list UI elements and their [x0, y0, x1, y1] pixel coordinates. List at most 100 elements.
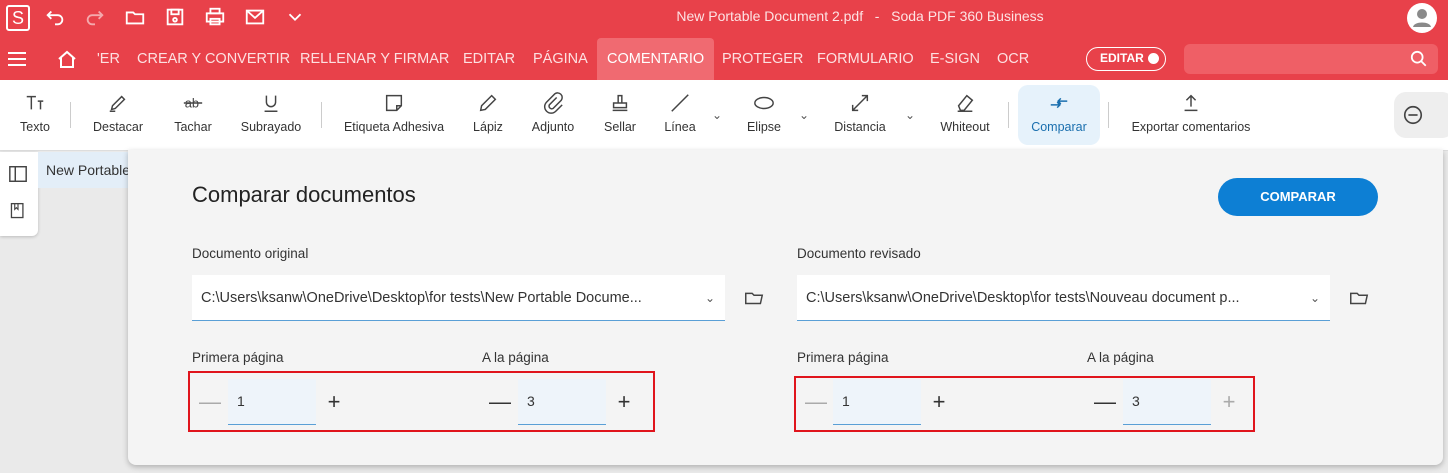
tab-comentario[interactable]: COMENTARIO [597, 38, 715, 80]
divider [1008, 102, 1009, 128]
original-to-page-input[interactable]: 3 [518, 379, 606, 425]
tool-attachment[interactable]: Adjunto [527, 80, 579, 150]
pencil-icon [479, 94, 497, 112]
dialog-title: Comparar documentos [192, 182, 416, 207]
revised-open-folder-icon[interactable] [1348, 287, 1370, 309]
app-logo[interactable]: S [6, 5, 30, 31]
tab-partial[interactable]: 'ER [97, 38, 120, 80]
original-to-page-label: A la página [482, 350, 549, 365]
ribbon-tabs-bar: 'ER CREAR Y CONVERTIR RELLENAR Y FIRMAR … [0, 38, 1448, 80]
tool-label: Elipse [746, 120, 782, 134]
tab-formulario[interactable]: FORMULARIO [817, 38, 914, 80]
revised-to-page-input[interactable]: 3 [1123, 379, 1211, 425]
original-first-page-label: Primera página [192, 350, 284, 365]
save-icon[interactable] [164, 6, 190, 32]
open-folder-icon[interactable] [124, 6, 150, 32]
compare-icon [1050, 97, 1068, 109]
original-first-page-increment[interactable]: + [322, 390, 346, 414]
tool-ellipse[interactable]: Elipse [742, 80, 786, 150]
tool-whiteout[interactable]: Whiteout [936, 80, 994, 150]
comment-toolbar: Texto Destacar ab Tachar Subrayado Etiqu… [0, 80, 1448, 151]
tool-sticky-note[interactable]: Etiqueta Adhesiva [340, 80, 448, 150]
tool-highlight[interactable]: Destacar [86, 80, 150, 150]
undo-icon[interactable] [44, 6, 70, 32]
stamp-icon [612, 94, 628, 112]
tool-label: Tachar [174, 120, 212, 134]
tool-pencil[interactable]: Lápiz [466, 80, 510, 150]
original-to-page-increment[interactable]: + [612, 390, 636, 414]
original-open-folder-icon[interactable] [743, 287, 765, 309]
app-name: Soda PDF 360 Business [891, 8, 1044, 24]
tool-label: Whiteout [940, 120, 990, 134]
revised-to-page-increment[interactable]: + [1217, 390, 1241, 414]
tool-label: Línea [664, 120, 696, 134]
original-first-page-decrement[interactable]: — [198, 390, 222, 414]
panel-toggle-icon[interactable] [8, 164, 30, 186]
divider [70, 102, 71, 128]
chevron-down-icon[interactable] [284, 6, 310, 32]
revised-to-page-decrement[interactable]: — [1093, 390, 1117, 414]
divider [321, 102, 322, 128]
tab-crear-y-convertir[interactable]: CREAR Y CONVERTIR [137, 38, 290, 80]
tool-export-comments[interactable]: Exportar comentarios [1126, 80, 1256, 150]
tab-proteger[interactable]: PROTEGER [722, 38, 803, 80]
mail-icon[interactable] [244, 6, 270, 32]
redo-icon[interactable] [84, 6, 110, 32]
bookmark-icon[interactable] [9, 202, 31, 224]
revised-first-page-input[interactable]: 1 [833, 379, 921, 425]
tab-editar[interactable]: EDITAR [463, 38, 515, 80]
line-icon [671, 94, 689, 112]
original-path-select[interactable]: C:\Users\ksanw\OneDrive\Desktop\for test… [192, 275, 725, 321]
tool-distance[interactable]: Distancia [828, 80, 892, 150]
revised-first-page-increment[interactable]: + [927, 390, 951, 414]
strikethrough-icon: ab [183, 96, 203, 111]
tool-underline[interactable]: Subrayado [236, 80, 306, 150]
compare-button[interactable]: COMPARAR [1218, 178, 1378, 216]
export-icon [1184, 94, 1198, 112]
tool-label: Comparar [1031, 120, 1087, 134]
user-icon [1413, 9, 1431, 27]
chevron-down-icon: ⌄ [1309, 291, 1320, 305]
tool-stamp[interactable]: Sellar [598, 80, 642, 150]
left-rail [0, 152, 38, 236]
avatar[interactable] [1407, 3, 1437, 33]
title-separator: - [874, 8, 880, 24]
compare-documents-dialog: Comparar documentos COMPARAR Documento o… [128, 150, 1443, 465]
ellipse-options-chevron-icon[interactable]: ⌄ [799, 108, 809, 122]
hamburger-menu-icon[interactable] [6, 48, 28, 70]
tab-e-sign[interactable]: E-SIGN [930, 38, 980, 80]
title-bar: S New Portable Document 2.pdf - Soda PDF… [0, 0, 1448, 38]
window-title: New Portable Document 2.pdf - Soda PDF 3… [600, 8, 1120, 24]
original-to-page-decrement[interactable]: — [488, 390, 512, 414]
original-first-page-input[interactable]: 1 [228, 379, 316, 425]
highlighter-icon [109, 95, 126, 112]
revised-path-select[interactable]: C:\Users\ksanw\OneDrive\Desktop\for test… [797, 275, 1330, 321]
tool-strikethrough[interactable]: ab Tachar [166, 80, 220, 150]
tab-pagina[interactable]: PÁGINA [533, 38, 588, 80]
tool-line[interactable]: Línea [660, 80, 700, 150]
tool-label: Lápiz [473, 120, 503, 134]
text-icon [26, 95, 44, 110]
line-options-chevron-icon[interactable]: ⌄ [712, 108, 722, 122]
tool-label: Sellar [604, 120, 636, 134]
collapse-panel-button[interactable] [1394, 92, 1448, 138]
tab-rellenar-y-firmar[interactable]: RELLENAR Y FIRMAR [300, 38, 449, 80]
tool-text[interactable]: Texto [12, 80, 58, 150]
revised-to-page-label: A la página [1087, 350, 1154, 365]
print-icon[interactable] [204, 6, 230, 32]
edit-mode-toggle[interactable]: EDITAR [1086, 47, 1166, 71]
distance-options-chevron-icon[interactable]: ⌄ [905, 108, 915, 122]
tab-ocr[interactable]: OCR [997, 38, 1029, 80]
original-document-label: Documento original [192, 246, 309, 261]
tool-label: Exportar comentarios [1131, 120, 1251, 134]
tool-compare[interactable]: Comparar [1018, 85, 1100, 145]
search-input[interactable] [1184, 44, 1438, 74]
search-icon [1410, 50, 1427, 67]
revised-first-page-decrement[interactable]: — [804, 390, 828, 414]
revised-first-page-label: Primera página [797, 350, 889, 365]
tool-label: Adjunto [531, 120, 575, 134]
eraser-icon [957, 94, 974, 112]
sticky-note-icon [385, 94, 403, 112]
home-icon[interactable] [56, 48, 78, 70]
underline-icon [264, 95, 278, 112]
